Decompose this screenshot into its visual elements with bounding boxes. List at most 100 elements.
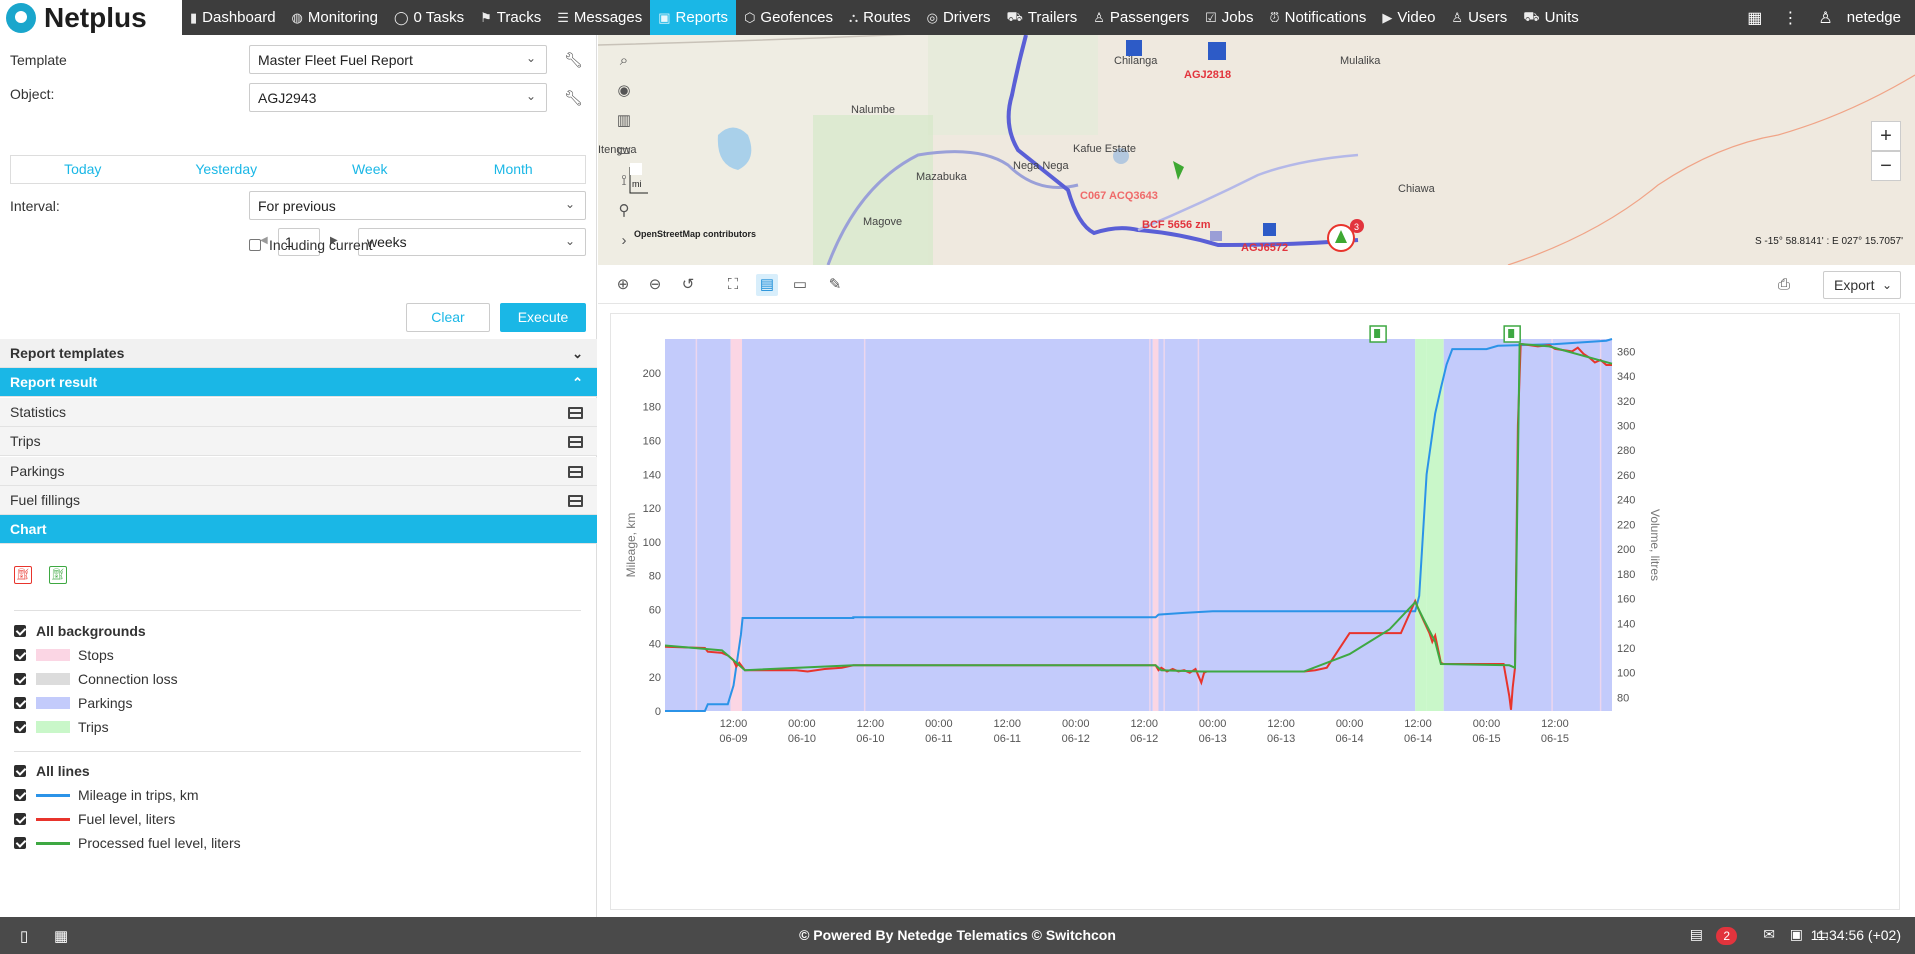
logo[interactable]: Netplus <box>0 0 182 35</box>
legend-checkbox[interactable] <box>14 649 26 661</box>
ruler-icon[interactable]: ▭ <box>789 274 811 296</box>
result-item-statistics[interactable]: Statistics <box>0 398 597 427</box>
image-icon[interactable]: ▣ <box>1790 926 1803 943</box>
nav-item-monitoring[interactable]: ◍ Monitoring <box>284 0 386 35</box>
zoom-out-icon[interactable]: ⊖ <box>644 274 666 296</box>
legend-checkbox[interactable] <box>14 697 26 709</box>
reset-zoom-icon[interactable]: ↺ <box>677 274 699 296</box>
print-icon[interactable]: ⎙ <box>1773 274 1795 296</box>
ruler-icon[interactable]: ▭ <box>608 136 640 166</box>
pencil-icon[interactable]: ✎ <box>824 274 846 296</box>
legend-checkbox[interactable] <box>14 721 26 733</box>
including-current-row[interactable]: Including current <box>249 237 373 253</box>
y-tick-label: 20 <box>649 672 661 684</box>
nav-item-units[interactable]: ⛟ Units <box>1515 0 1587 35</box>
zoom-in-button[interactable]: + <box>1871 121 1901 151</box>
quick-today[interactable]: Today <box>11 156 155 183</box>
chevron-right-icon[interactable]: › <box>608 226 640 256</box>
legend-checkbox[interactable] <box>14 789 26 801</box>
zoom-in-icon[interactable]: ⊕ <box>612 274 634 296</box>
quick-yesterday[interactable]: Yesterday <box>155 156 299 183</box>
table-icon[interactable] <box>568 495 583 507</box>
nav-item-users[interactable]: ♙ Users <box>1443 0 1515 35</box>
export-dropdown[interactable]: Export ⌄ <box>1823 271 1901 299</box>
nav-item-label: Messages <box>573 9 643 26</box>
including-current-checkbox[interactable] <box>249 239 261 251</box>
result-item-parkings[interactable]: Parkings <box>0 457 597 486</box>
nav-item-jobs[interactable]: ☑ Jobs <box>1197 0 1261 35</box>
route-tool-icon[interactable]: ⟟ <box>608 166 640 196</box>
nav-item-tracks[interactable]: ⚑ Tracks <box>472 0 549 35</box>
user-icon[interactable]: ♙ <box>1808 8 1842 28</box>
nav-item-video[interactable]: ▶ Video <box>1374 0 1443 35</box>
x-tick-date: 06-14 <box>1336 733 1364 745</box>
result-item-trips[interactable]: Trips <box>0 427 597 456</box>
clear-button[interactable]: Clear <box>406 303 490 332</box>
table-icon[interactable] <box>568 407 583 419</box>
fuel-chart[interactable]: 0 20 40 60 80 100 120 140 160 180 200 80 100 120 140 16… <box>611 314 1901 911</box>
interval-select[interactable]: For previous ⌄ <box>249 191 586 220</box>
mail-icon[interactable]: ✉ <box>1763 926 1775 943</box>
legend-checkbox[interactable] <box>14 673 26 685</box>
template-select[interactable]: Master Fleet Fuel Report ⌄ <box>249 45 547 74</box>
x-tick-date: 06-09 <box>719 733 747 745</box>
nav-item-drivers[interactable]: ◎ Drivers <box>919 0 999 35</box>
report-templates-section[interactable]: Report templates ⌄ <box>0 339 597 368</box>
nav-item-routes[interactable]: ⛬ Routes <box>841 0 919 35</box>
notifications-badge[interactable]: 2 <box>1716 927 1737 945</box>
locations-icon[interactable]: ⚲ <box>608 196 640 226</box>
all-lines-row[interactable]: All lines <box>14 759 574 783</box>
nav-item-trailers[interactable]: ⛟ Trailers <box>998 0 1085 35</box>
user-icon: ♙ <box>1451 9 1464 25</box>
wrench-icon[interactable]: 🔧︎ <box>564 51 583 69</box>
username[interactable]: netedge <box>1843 9 1915 26</box>
legend-item[interactable]: Stops <box>14 643 574 667</box>
legend-label: Trips <box>78 719 109 735</box>
nav-item-reports[interactable]: ▣ Reports <box>650 0 737 35</box>
legend-item[interactable]: Parkings <box>14 691 574 715</box>
more-vertical-icon[interactable]: ⋮ <box>1772 8 1808 28</box>
nav-item-dashboard[interactable]: ▮ Dashboard <box>182 0 284 35</box>
report-result-section[interactable]: Report result ⌃ <box>0 368 597 397</box>
nav-item-notifications[interactable]: ⏰︎ Notifications <box>1261 0 1374 35</box>
table-icon[interactable] <box>568 466 583 478</box>
legend-item[interactable]: Fuel level, liters <box>14 807 574 831</box>
legend-item[interactable]: Connection loss <box>14 667 574 691</box>
nav-item-geofences[interactable]: ⬡ Geofences <box>736 0 841 35</box>
legend-checkbox[interactable] <box>14 837 26 849</box>
all-backgrounds-checkbox[interactable] <box>14 625 26 637</box>
eye-icon[interactable]: ◉ <box>608 76 640 106</box>
quick-month[interactable]: Month <box>442 156 586 183</box>
apps-grid-icon[interactable]: ▦ <box>1737 8 1772 28</box>
fuel-filling-icon[interactable]: ⛽︎ <box>49 566 67 584</box>
fit-icon[interactable]: ⛶ <box>722 274 744 296</box>
nav-item-passengers[interactable]: ♙ Passengers <box>1085 0 1197 35</box>
unit-select[interactable]: weeks ⌄ <box>358 228 586 256</box>
nav-item-messages[interactable]: ☰ Messages <box>549 0 650 35</box>
legend-item[interactable]: Processed fuel level, liters <box>14 831 574 855</box>
zoom-out-button[interactable]: − <box>1871 151 1901 181</box>
chart-section[interactable]: Chart <box>0 515 597 544</box>
x-tick-time: 12:00 <box>720 718 748 730</box>
execute-button[interactable]: Execute <box>500 303 586 332</box>
map-attribution: OpenStreetMap contributors <box>634 229 756 239</box>
map-view[interactable]: 3 Chilanga Mulalika Nalumbe Kafue Estate… <box>598 35 1915 265</box>
search-icon[interactable]: ⌕ <box>608 46 640 76</box>
quick-week[interactable]: Week <box>298 156 442 183</box>
table-icon[interactable] <box>568 436 583 448</box>
map-canvas[interactable]: 3 Chilanga Mulalika Nalumbe Kafue Estate… <box>598 35 1915 265</box>
fuel-drain-icon[interactable]: ⛽︎ <box>14 566 32 584</box>
tooltip-icon[interactable]: ▤ <box>756 274 778 296</box>
map-layers-icon[interactable]: ▥ <box>608 106 640 136</box>
nav-item-0-tasks[interactable]: ◯ 0 Tasks <box>386 0 472 35</box>
all-lines-checkbox[interactable] <box>14 765 26 777</box>
result-item-fuel-fillings[interactable]: Fuel fillings <box>0 486 597 515</box>
legend-item[interactable]: Trips <box>14 715 574 739</box>
legend-checkbox[interactable] <box>14 813 26 825</box>
all-backgrounds-row[interactable]: All backgrounds <box>14 619 574 643</box>
notifications-icon[interactable]: ▤ <box>1690 926 1703 943</box>
object-select[interactable]: AGJ2943 ⌄ <box>249 83 547 112</box>
y2-tick-label: 280 <box>1617 445 1635 457</box>
legend-item[interactable]: Mileage in trips, km <box>14 783 574 807</box>
wrench-icon[interactable]: 🔧︎ <box>564 89 583 107</box>
